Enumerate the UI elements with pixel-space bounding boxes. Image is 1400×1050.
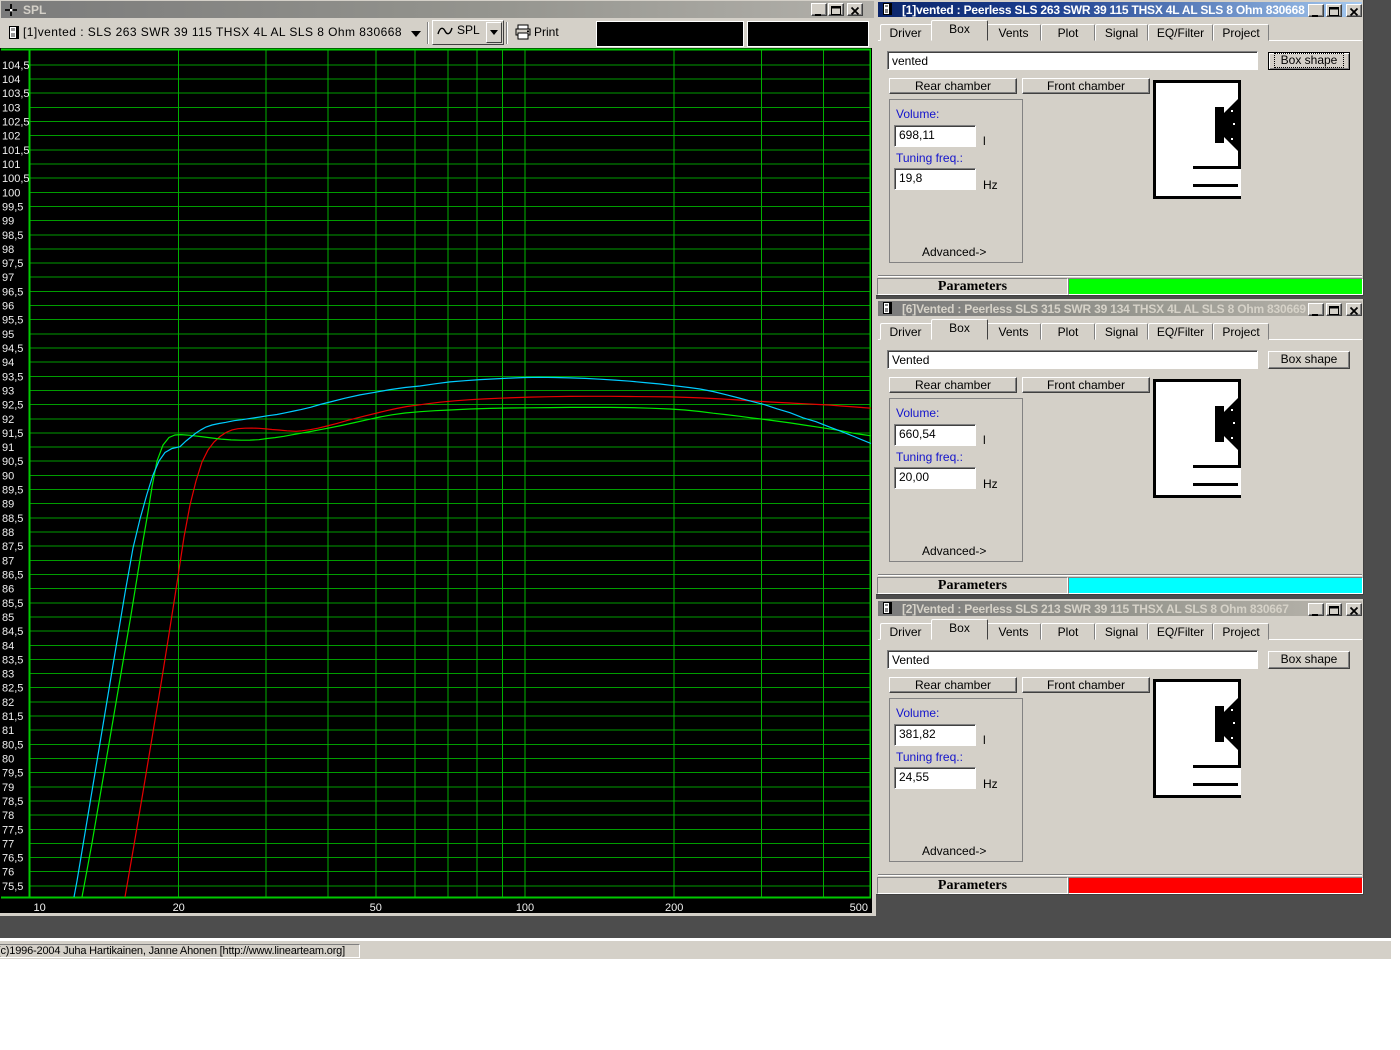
svg-text:95,5: 95,5	[2, 315, 23, 327]
svg-text:97: 97	[2, 272, 14, 284]
svg-text:80,5: 80,5	[2, 739, 23, 751]
svg-text:77,5: 77,5	[2, 824, 23, 836]
svg-text:78: 78	[2, 810, 14, 822]
svg-text:87,5: 87,5	[2, 541, 23, 553]
svg-text:98: 98	[2, 244, 14, 256]
svg-text:102,5: 102,5	[2, 117, 30, 129]
svg-text:76: 76	[2, 867, 14, 879]
svg-text:83,5: 83,5	[2, 654, 23, 666]
svg-text:84: 84	[2, 640, 14, 652]
svg-text:89,5: 89,5	[2, 485, 23, 497]
svg-text:88,5: 88,5	[2, 513, 23, 525]
svg-text:96,5: 96,5	[2, 286, 23, 298]
svg-text:88: 88	[2, 527, 14, 539]
svg-text:79,5: 79,5	[2, 768, 23, 780]
svg-text:91,5: 91,5	[2, 428, 23, 440]
svg-text:78,5: 78,5	[2, 796, 23, 808]
svg-text:102: 102	[2, 131, 20, 143]
svg-text:10: 10	[34, 902, 46, 913]
svg-text:98,5: 98,5	[2, 230, 23, 242]
svg-text:104: 104	[2, 74, 20, 86]
svg-text:95: 95	[2, 329, 14, 341]
svg-text:200: 200	[665, 902, 683, 913]
svg-text:92,5: 92,5	[2, 400, 23, 412]
svg-text:101,5: 101,5	[2, 145, 30, 157]
svg-text:85,5: 85,5	[2, 598, 23, 610]
svg-text:76,5: 76,5	[2, 853, 23, 865]
svg-text:100: 100	[516, 902, 534, 913]
svg-text:90,5: 90,5	[2, 456, 23, 468]
svg-text:77: 77	[2, 838, 14, 850]
svg-text:81,5: 81,5	[2, 711, 23, 723]
svg-text:101: 101	[2, 159, 20, 171]
svg-text:94: 94	[2, 357, 14, 369]
svg-text:100,5: 100,5	[2, 173, 30, 185]
svg-text:93,5: 93,5	[2, 371, 23, 383]
svg-text:90: 90	[2, 470, 14, 482]
svg-text:86,5: 86,5	[2, 570, 23, 582]
svg-text:500: 500	[850, 902, 868, 913]
svg-text:84,5: 84,5	[2, 626, 23, 638]
svg-text:50: 50	[370, 902, 382, 913]
svg-text:75,5: 75,5	[2, 881, 23, 893]
svg-text:92: 92	[2, 414, 14, 426]
svg-text:100: 100	[2, 187, 20, 199]
svg-text:82,5: 82,5	[2, 683, 23, 695]
svg-text:86: 86	[2, 584, 14, 596]
svg-text:97,5: 97,5	[2, 258, 23, 270]
svg-text:79: 79	[2, 782, 14, 794]
svg-text:104,5: 104,5	[2, 60, 30, 72]
svg-text:96: 96	[2, 301, 14, 313]
svg-text:91: 91	[2, 442, 14, 454]
svg-text:85: 85	[2, 612, 14, 624]
svg-text:93: 93	[2, 386, 14, 398]
svg-text:80: 80	[2, 754, 14, 766]
svg-text:99,5: 99,5	[2, 201, 23, 213]
svg-text:87: 87	[2, 555, 14, 567]
svg-text:103,5: 103,5	[2, 88, 30, 100]
svg-text:103: 103	[2, 102, 20, 114]
svg-text:94,5: 94,5	[2, 343, 23, 355]
svg-text:82: 82	[2, 697, 14, 709]
svg-text:89: 89	[2, 499, 14, 511]
svg-text:20: 20	[173, 902, 185, 913]
svg-text:81: 81	[2, 725, 14, 737]
svg-text:99: 99	[2, 216, 14, 228]
svg-text:83: 83	[2, 669, 14, 681]
